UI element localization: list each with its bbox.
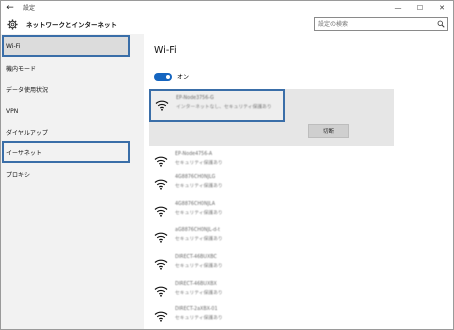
selected-network[interactable]: EP-Node3756-G インターネットなし、セキュリティ保護あり: [149, 89, 285, 122]
window-controls: — ☐ ✕: [387, 1, 453, 14]
network-name: aG8876CH0NJL-d-t: [175, 228, 220, 233]
wifi-signal-icon: [154, 206, 168, 217]
network-item: EP-Node3756-G インターネットなし、セキュリティ保護あり: [155, 96, 355, 118]
settings-window: ← 設定 — ☐ ✕ ネットワークとインターネット 設定の検索 Wi-Fi 機内…: [0, 0, 454, 330]
network-name: 4G8876CH0NJLG: [175, 175, 216, 180]
wifi-signal-icon: [155, 100, 169, 111]
wifi-signal-icon: [154, 232, 168, 243]
title-bar: ← 設定 — ☐ ✕: [1, 1, 453, 14]
sidebar-item-label: VPN: [6, 107, 19, 115]
network-item[interactable]: EP-Node4756-A セキュリティ保護あり: [154, 152, 354, 174]
search-icon[interactable]: [435, 18, 447, 30]
network-item[interactable]: aG8876CH0NJL-d-t セキュリティ保護あり: [154, 228, 354, 250]
search-input[interactable]: [315, 18, 435, 30]
main-content: Wi-Fi オン EP-Node3756-G インターネットなし、セキュリティ保…: [144, 34, 453, 329]
network-name: DIRECT-46BUXBX: [175, 282, 217, 287]
maximize-icon[interactable]: ☐: [409, 1, 431, 14]
network-status: セキュリティ保護あり: [175, 237, 223, 242]
sidebar-item-label: ダイヤルアップ: [6, 129, 48, 137]
sidebar-item-label: 機内モード: [6, 65, 37, 73]
network-name: EP-Node3756-G: [176, 96, 214, 101]
network-item[interactable]: DIRECT-46BUXBC セキュリティ保護あり: [154, 255, 354, 277]
page-header: ネットワークとインターネット: [1, 14, 453, 34]
network-status: セキュリティ保護あり: [175, 161, 223, 166]
search-box[interactable]: [314, 17, 448, 31]
wifi-signal-icon: [154, 311, 168, 322]
disconnect-button[interactable]: 切断: [308, 124, 349, 138]
sidebar-item-data-usage[interactable]: データ使用状況: [2, 78, 130, 100]
network-status: セキュリティ保護あり: [175, 184, 223, 189]
gear-icon: [1, 14, 23, 34]
network-name: DIRECT-46BUXBC: [175, 255, 217, 260]
close-icon[interactable]: ✕: [431, 1, 453, 14]
sidebar: Wi-Fi 機内モード データ使用状況 VPN ダイヤルアップ イーサネット プ…: [1, 34, 144, 329]
sidebar-item-label: プロキシ: [6, 171, 31, 179]
back-arrow-icon[interactable]: ←: [1, 1, 19, 14]
wifi-signal-icon: [154, 156, 168, 167]
sidebar-item-airplane-mode[interactable]: 機内モード: [2, 57, 130, 79]
network-name: DIRECT-2aXBX-01: [175, 307, 218, 312]
wifi-toggle[interactable]: [154, 73, 172, 81]
page-title: ネットワークとインターネット: [26, 21, 117, 29]
section-title: Wi-Fi: [154, 45, 177, 56]
sidebar-item-label: データ使用状況: [6, 86, 49, 94]
sidebar-item-vpn[interactable]: VPN: [2, 100, 130, 122]
wifi-signal-icon: [154, 259, 168, 270]
network-status: セキュリティ保護あり: [175, 211, 223, 216]
network-status: セキュリティ保護あり: [175, 264, 223, 269]
network-name: EP-Node4756-A: [175, 152, 213, 157]
sidebar-item-label: イーサネット: [6, 149, 42, 157]
network-item[interactable]: 4G8876CH0NJLA セキュリティ保護あり: [154, 202, 354, 224]
network-status: セキュリティ保護あり: [175, 316, 223, 321]
network-status: セキュリティ保護あり: [175, 291, 223, 296]
wifi-toggle-label: オン: [177, 74, 190, 81]
network-item[interactable]: 4G8876CH0NJLG セキュリティ保護あり: [154, 175, 354, 197]
sidebar-item-dialup[interactable]: ダイヤルアップ: [2, 121, 130, 143]
minimize-icon[interactable]: —: [387, 1, 409, 14]
sidebar-item-label: Wi-Fi: [6, 42, 21, 50]
network-item[interactable]: DIRECT-46BUXBX セキュリティ保護あり: [154, 282, 354, 304]
wifi-signal-icon: [154, 179, 168, 190]
window-title: 設定: [23, 5, 36, 12]
network-status: インターネットなし、セキュリティ保護あり: [176, 105, 272, 110]
wifi-signal-icon: [154, 286, 168, 297]
network-name: 4G8876CH0NJLA: [175, 202, 216, 207]
sidebar-item-wifi[interactable]: Wi-Fi: [2, 35, 130, 57]
sidebar-item-proxy[interactable]: プロキシ: [2, 163, 130, 185]
selected-network-panel: EP-Node3756-G インターネットなし、セキュリティ保護あり 切断: [149, 89, 394, 146]
network-item[interactable]: DIRECT-2aXBX-01 セキュリティ保護あり: [154, 307, 354, 329]
sidebar-item-ethernet[interactable]: イーサネット: [2, 141, 130, 163]
